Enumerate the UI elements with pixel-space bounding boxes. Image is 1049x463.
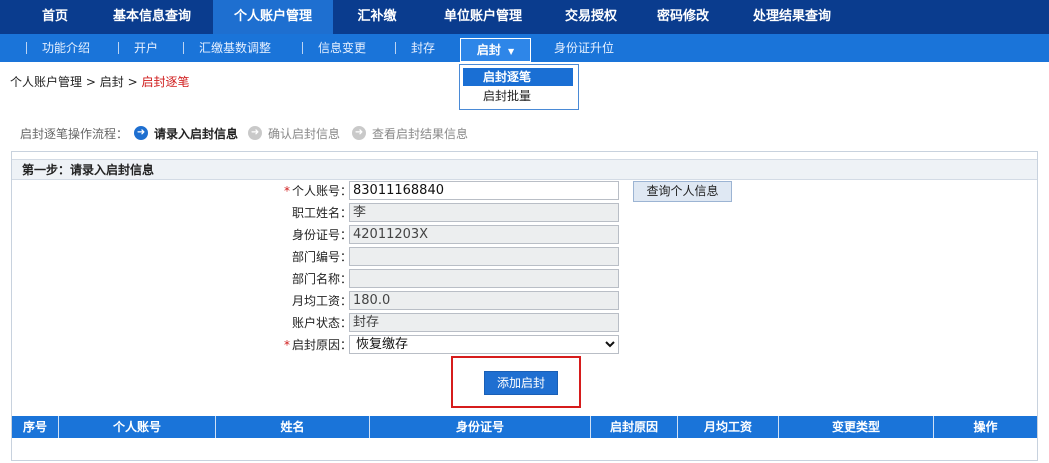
topnav-personal-account[interactable]: 个人账户管理: [213, 0, 333, 34]
subnav-open-account[interactable]: 开户: [134, 34, 158, 62]
form-row-salary: 月均工资： 180.0: [12, 290, 1037, 312]
field-label: 月均工资：: [291, 294, 352, 308]
column-header: 月均工资: [678, 416, 779, 438]
form-row-reason: * 启封原因： 恢复缴存: [12, 334, 1037, 356]
topnav-result-query[interactable]: 处理结果查询: [729, 0, 855, 34]
subnav-unseal-label: 启封: [476, 43, 501, 57]
unseal-reason-select[interactable]: 恢复缴存: [349, 335, 619, 354]
field-label: 账户状态：: [291, 316, 352, 330]
field-label: 部门名称：: [291, 272, 352, 286]
average-salary-field: 180.0: [349, 291, 619, 310]
column-header: 姓名: [216, 416, 370, 438]
highlight-box: 添加启封: [451, 356, 581, 408]
topnav-home[interactable]: 首页: [17, 0, 93, 34]
flow-label: 启封逐笔操作流程：: [20, 126, 129, 141]
chevron-down-icon: ▼: [508, 47, 515, 56]
query-personal-info-button[interactable]: 查询个人信息: [633, 181, 732, 202]
topnav-basic-info-query[interactable]: 基本信息查询: [93, 0, 211, 34]
unseal-form-panel: 第一步：请录入启封信息 * 个人账号： 83011168840 查询个人信息 职工…: [11, 151, 1038, 461]
topnav-transaction-auth[interactable]: 交易授权: [545, 0, 637, 34]
account-status-field: 封存: [349, 313, 619, 332]
breadcrumb-sep: >: [127, 75, 138, 89]
table-header: 序号 个人账号 姓名 身份证号 启封原因 月均工资 变更类型 操作: [12, 416, 1037, 438]
column-header: 序号: [12, 416, 59, 438]
form-row-account: * 个人账号： 83011168840 查询个人信息: [12, 180, 1037, 202]
breadcrumb-sep: >: [85, 75, 96, 89]
subnav-id-upgrade[interactable]: 身份证升位: [554, 34, 614, 62]
form-row-name: 职工姓名： 李: [12, 202, 1037, 224]
department-number-field: [349, 247, 619, 266]
account-number-input[interactable]: 83011168840: [349, 181, 619, 200]
section-title: 第一步：请录入启封信息: [12, 159, 1037, 180]
subnav-unseal[interactable]: 启封 ▼: [460, 38, 531, 62]
breadcrumb: 个人账户管理 > 启封 > 启封逐笔: [10, 73, 189, 90]
topnav-supplementary-pay[interactable]: 汇补缴: [333, 0, 421, 34]
id-number-field: 42011203X: [349, 225, 619, 244]
operation-flow: 启封逐笔操作流程： ➜ 请录入启封信息 ➜ 确认启封信息 ➜ 查看启封结果信息: [20, 124, 474, 142]
arrow-right-circle-icon: ➜: [352, 126, 367, 140]
menu-item-unseal-single[interactable]: 启封逐笔: [463, 68, 573, 86]
subnav-base-adjust[interactable]: 汇缴基数调整: [199, 34, 271, 62]
form-row-dept-no: 部门编号：: [12, 246, 1037, 268]
sub-nav: 功能介绍 开户 汇缴基数调整 信息变更 封存 启封 ▼ 身份证升位: [0, 34, 1049, 62]
subnav-divider: [118, 42, 119, 54]
arrow-right-circle-icon: ➜: [134, 126, 149, 140]
department-name-field: [349, 269, 619, 288]
breadcrumb-current: 启封逐笔: [141, 75, 190, 89]
field-label: 身份证号：: [291, 228, 352, 242]
field-label-text: 启封原因：: [291, 338, 352, 352]
breadcrumb-item[interactable]: 个人账户管理: [10, 75, 82, 89]
flow-step-2: 确认启封信息: [268, 126, 341, 141]
flow-step-1: 请录入启封信息: [154, 126, 239, 141]
top-nav: 首页 基本信息查询 个人账户管理 汇补缴 单位账户管理 交易授权 密码修改 处理…: [0, 0, 1049, 34]
subnav-seal[interactable]: 封存: [411, 34, 435, 62]
unseal-dropdown-menu: 启封逐笔 启封批量: [459, 64, 579, 110]
menu-item-unseal-batch[interactable]: 启封批量: [463, 87, 573, 105]
topnav-password-change[interactable]: 密码修改: [637, 0, 729, 34]
subnav-divider: [26, 42, 27, 54]
required-mark: *: [283, 184, 290, 198]
field-label: 部门编号：: [291, 250, 352, 264]
flow-step-3: 查看启封结果信息: [372, 126, 469, 141]
column-header: 操作: [973, 420, 998, 434]
subnav-intro[interactable]: 功能介绍: [42, 34, 90, 62]
column-header: 启封原因: [591, 416, 678, 438]
field-label: * 个人账号：: [284, 180, 352, 202]
field-label: * 启封原因：: [284, 334, 352, 356]
field-label: 职工姓名：: [291, 206, 352, 220]
subnav-divider: [183, 42, 184, 54]
column-header: 身份证号: [370, 416, 591, 438]
breadcrumb-item[interactable]: 启封: [100, 75, 124, 89]
required-mark: *: [283, 338, 290, 352]
form-row-dept-name: 部门名称：: [12, 268, 1037, 290]
subnav-divider: [395, 42, 396, 54]
add-unseal-button[interactable]: 添加启封: [484, 371, 558, 395]
form-row-status: 账户状态： 封存: [12, 312, 1037, 334]
arrow-right-circle-icon: ➜: [248, 126, 263, 140]
subnav-divider: [302, 42, 303, 54]
column-header: 个人账号: [59, 416, 216, 438]
field-label-text: 个人账号：: [291, 184, 352, 198]
employee-name-field: 李: [349, 203, 619, 222]
column-header: 变更类型: [779, 416, 934, 438]
subnav-info-change[interactable]: 信息变更: [318, 34, 366, 62]
topnav-unit-account[interactable]: 单位账户管理: [421, 0, 545, 34]
form-row-id: 身份证号： 42011203X: [12, 224, 1037, 246]
